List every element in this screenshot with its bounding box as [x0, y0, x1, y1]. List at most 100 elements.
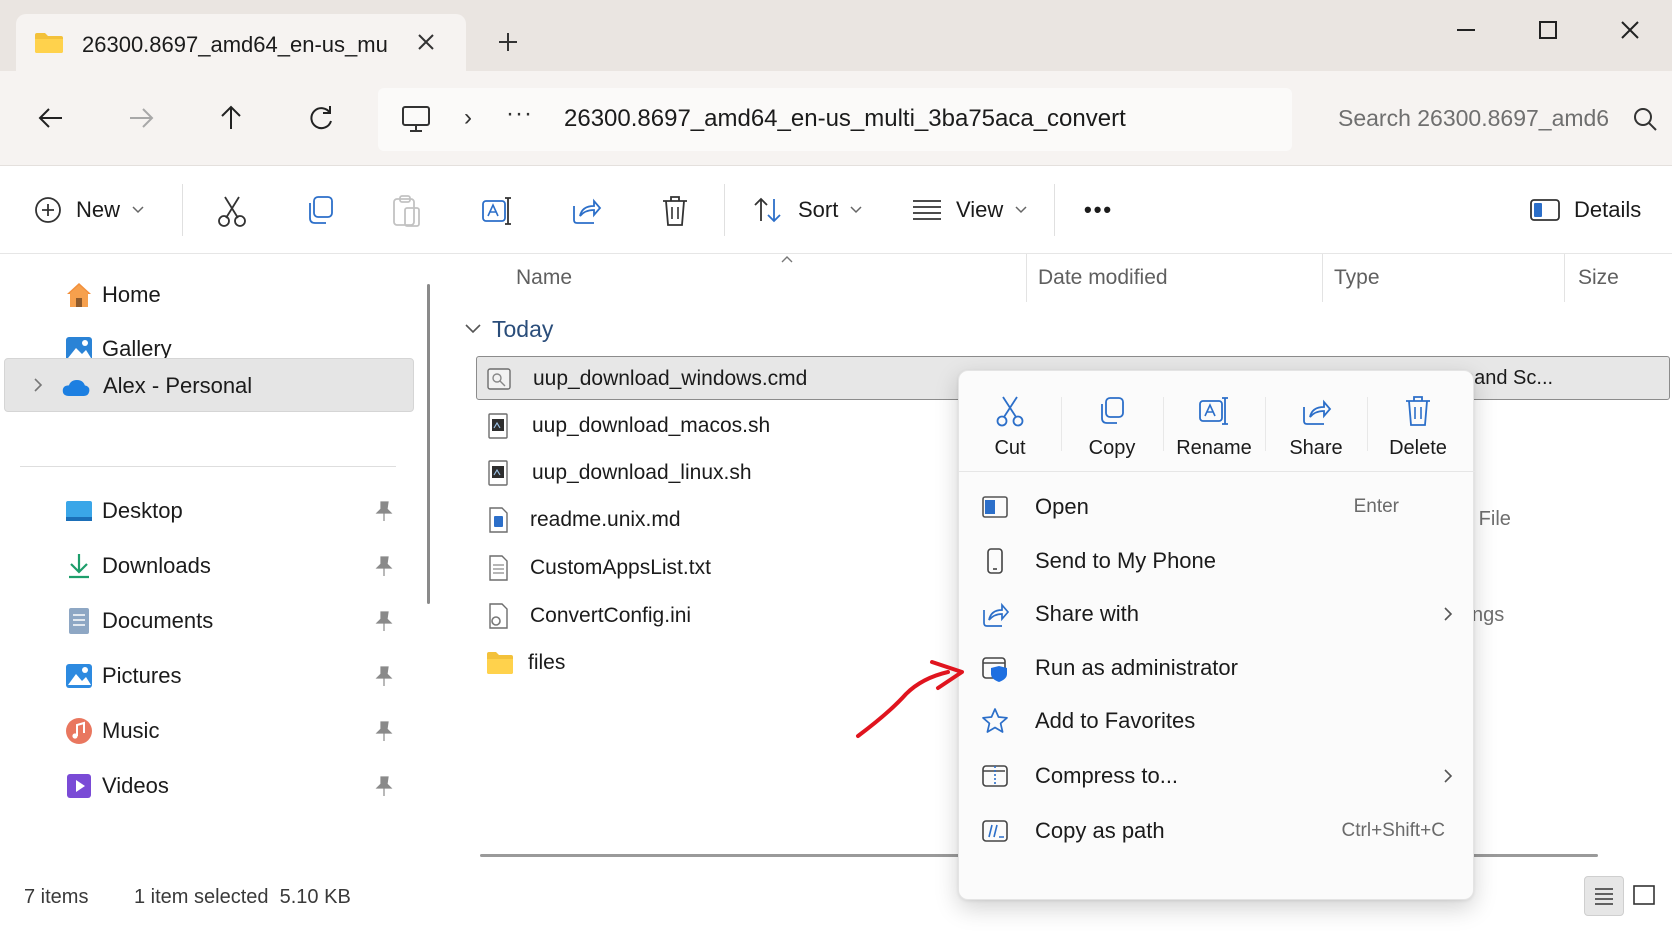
sidebar-scrollbar[interactable]	[427, 284, 430, 604]
pin-icon[interactable]	[374, 775, 394, 797]
paste-icon[interactable]	[390, 194, 422, 228]
column-separator[interactable]	[1322, 254, 1323, 302]
details-pane-button[interactable]: Details	[1530, 190, 1641, 230]
tiles-view-icon	[1633, 885, 1655, 905]
menu-item-label: Share with	[1035, 601, 1139, 626]
address-bar[interactable]: › ··· 26300.8697_amd64_en-us_multi_3ba75…	[378, 88, 1292, 151]
title-bar: 26300.8697_amd64_en-us_mu	[0, 0, 1672, 71]
list-view-icon	[913, 200, 941, 220]
sidebar-item-music[interactable]: Music	[4, 704, 414, 758]
pin-icon[interactable]	[374, 610, 394, 632]
copy-icon[interactable]	[304, 194, 336, 226]
chevron-right-icon	[1444, 607, 1453, 621]
sidebar-item-downloads[interactable]: Downloads	[4, 539, 414, 593]
view-button[interactable]: View	[912, 190, 1027, 230]
share-icon[interactable]	[570, 194, 602, 226]
chevron-down-icon	[1015, 206, 1027, 214]
maximize-icon[interactable]	[1518, 14, 1578, 48]
back-arrow-icon[interactable]	[34, 101, 68, 135]
sidebar-item-documents[interactable]: Documents	[4, 594, 414, 648]
details-view-toggle[interactable]	[1584, 876, 1624, 916]
file-type: nand Sc...	[1463, 367, 1554, 389]
context-share-button[interactable]: Share	[1267, 381, 1365, 467]
cut-icon[interactable]	[216, 194, 248, 228]
tab-current[interactable]: 26300.8697_amd64_en-us_mu	[16, 14, 466, 71]
column-separator[interactable]	[1026, 254, 1027, 302]
forward-arrow-icon[interactable]	[124, 101, 158, 135]
sidebar-item-label: Documents	[102, 608, 214, 633]
menu-item-open[interactable]: Open Enter	[969, 481, 1463, 531]
new-button[interactable]: New	[34, 190, 144, 230]
see-more-button[interactable]: •••	[1084, 190, 1113, 230]
sort-button-label: Sort	[798, 197, 839, 222]
pin-icon[interactable]	[374, 500, 394, 522]
tab-title: 26300.8697_amd64_en-us_mu	[82, 32, 388, 57]
cmd-file-icon	[487, 368, 511, 390]
search-box[interactable]: Search 26300.8697_amd6	[1306, 88, 1672, 151]
this-pc-icon[interactable]	[400, 104, 432, 134]
minimize-icon[interactable]	[1436, 14, 1496, 48]
sort-button[interactable]: Sort	[752, 190, 862, 230]
delete-icon[interactable]	[660, 194, 690, 228]
menu-item-run-as-administrator[interactable]: Run as administrator	[969, 642, 1463, 692]
shield-admin-icon	[982, 657, 1007, 682]
file-name: CustomAppsList.txt	[530, 556, 711, 579]
new-tab-icon[interactable]	[494, 28, 522, 56]
breadcrumb-chevron-icon[interactable]: ›	[464, 104, 472, 132]
context-share-label: Share	[1289, 437, 1343, 459]
menu-item-send-to-my-phone[interactable]: Send to My Phone	[969, 535, 1463, 585]
pin-icon[interactable]	[374, 720, 394, 742]
menu-item-label: Add to Favorites	[1035, 708, 1196, 733]
refresh-icon[interactable]	[304, 101, 338, 135]
up-arrow-icon[interactable]	[214, 101, 248, 135]
share-icon	[1303, 399, 1332, 425]
star-icon	[982, 708, 1008, 733]
context-delete-button[interactable]: Delete	[1369, 381, 1467, 467]
pin-icon[interactable]	[374, 665, 394, 687]
sidebar-item-label: Downloads	[102, 553, 211, 578]
context-cut-button[interactable]: Cut	[961, 381, 1059, 467]
search-input[interactable]: Search 26300.8697_amd6	[1338, 105, 1608, 132]
sidebar-item-pictures[interactable]: Pictures	[4, 649, 414, 703]
quick-action-divider	[1367, 397, 1368, 451]
view-button-label: View	[956, 197, 1004, 222]
menu-item-compress-to[interactable]: Compress to...	[969, 750, 1463, 800]
column-header-name[interactable]: Name	[516, 266, 572, 290]
sidebar-item-desktop[interactable]: Desktop	[4, 484, 414, 538]
search-icon[interactable]	[1632, 106, 1658, 132]
sidebar-item-videos[interactable]: Videos	[4, 759, 414, 813]
sidebar-item-label: Alex - Personal	[103, 373, 253, 398]
breadcrumb-current-folder[interactable]: 26300.8697_amd64_en-us_multi_3ba75aca_co…	[564, 105, 1126, 133]
rename-icon[interactable]	[480, 194, 514, 228]
sidebar-item-home[interactable]: Home	[4, 268, 414, 322]
phone-icon	[987, 548, 1003, 574]
file-name: files	[528, 651, 566, 674]
context-rename-button[interactable]: Rename	[1165, 381, 1263, 467]
close-tab-icon[interactable]	[412, 28, 440, 56]
menu-item-copy-as-path[interactable]: Copy as path Ctrl+Shift+C	[969, 805, 1463, 855]
close-window-icon[interactable]	[1600, 14, 1660, 48]
item-count: 7 items	[24, 886, 89, 908]
column-separator[interactable]	[1564, 254, 1565, 302]
column-header-date-modified[interactable]: Date modified	[1038, 266, 1168, 290]
chevron-right-icon[interactable]	[31, 377, 45, 393]
new-button-label: New	[76, 197, 121, 222]
context-copy-button[interactable]: Copy	[1063, 381, 1161, 467]
downloads-icon	[69, 554, 89, 579]
menu-item-add-to-favorites[interactable]: Add to Favorites	[969, 695, 1463, 745]
group-header-today[interactable]: Today	[464, 314, 553, 344]
share-with-icon	[983, 602, 1009, 627]
sidebar-item-label: Home	[102, 282, 161, 307]
chevron-right-icon	[1444, 769, 1453, 783]
large-icons-view-toggle[interactable]	[1626, 876, 1666, 916]
pin-icon[interactable]	[374, 555, 394, 577]
quick-action-divider	[1061, 397, 1062, 451]
documents-icon	[69, 608, 89, 634]
sort-arrows-icon	[754, 197, 781, 223]
quick-action-divider	[1163, 397, 1164, 451]
column-header-type[interactable]: Type	[1334, 266, 1380, 290]
sidebar-item-onedrive-personal[interactable]: Alex - Personal	[4, 358, 414, 412]
menu-item-share-with[interactable]: Share with	[969, 588, 1463, 638]
column-header-size[interactable]: Size	[1578, 266, 1619, 290]
breadcrumb-overflow[interactable]: ···	[506, 100, 533, 128]
